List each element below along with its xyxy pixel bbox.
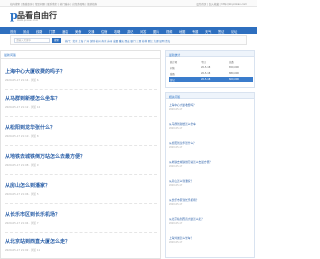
search-bar: 请输入关键字 搜索 热门：北京 上海 广州 深圳 杭州 南京 苏州 成都 重庆 … — [10, 35, 247, 45]
question-title[interactable]: 从北京站到西直大厦怎么走？ — [5, 238, 70, 245]
stats-row: 线路 20-5-18 880,000 — [170, 72, 239, 76]
search-input[interactable]: 请输入关键字 — [14, 38, 50, 43]
nav-item[interactable]: 专题 — [192, 29, 198, 34]
nav-item[interactable]: 交通 — [88, 29, 94, 34]
question-meta: 2020-05-17 21:12 · 浏览 12 — [5, 106, 41, 109]
stats-panel: 最新统计 统计项 今日 总数 问答 20-5-18 650,000 线路 20-… — [165, 50, 255, 88]
question-item[interactable]: 从房山怎么到潘家？ 2020-05-17 21:06 · 浏览 5 — [5, 182, 157, 204]
question-item[interactable]: 从马群到新楼怎么坐车？ 2020-05-17 21:12 · 浏览 12 — [5, 95, 157, 117]
question-item[interactable]: 从松阳到龙华张什么？ 2020-05-17 21:10 · 浏览 8 — [5, 124, 157, 146]
question-meta: 2020-05-17 21:08 · 浏览 9 — [5, 164, 39, 167]
stats-row-highlight: 游记 20-5-18 600,000 — [169, 77, 253, 82]
panel-title: 最新统计 — [169, 52, 181, 57]
nav-item[interactable]: 视频 — [166, 29, 172, 34]
related-link[interactable]: 上海中心大厦收费吗？ — [169, 103, 253, 107]
nav-item[interactable]: 游记 — [127, 29, 133, 34]
related-link[interactable]: 上海外滩怎么坐车？ — [169, 236, 253, 240]
related-date: 2020-05-17 — [169, 184, 183, 187]
question-meta: 2020-05-17 21:14 · 浏览 6 — [5, 79, 39, 82]
panel-header: 最新统计 — [166, 51, 254, 57]
nav-item[interactable]: 攻略 — [114, 29, 120, 34]
related-link[interactable]: 从松阳到龙华张什么？ — [169, 141, 253, 145]
related-date: 2020-05-17 — [169, 241, 183, 244]
question-item[interactable]: 从长乐市区到长乐机场？ 2020-05-17 21:04 · 浏览 7 — [5, 211, 157, 233]
question-title[interactable]: 从房山怎么到潘家？ — [5, 182, 50, 189]
related-link[interactable]: 从马群到新楼怎么坐车 — [169, 122, 253, 126]
related-link[interactable]: 从房山怎么到潘家？ — [169, 179, 253, 183]
stats-row: 统计项 今日 总数 — [170, 61, 234, 64]
question-meta: 2020-05-17 21:06 · 浏览 5 — [5, 193, 39, 196]
question-title[interactable]: 上海中心大厦收费的吗子？ — [5, 68, 65, 75]
nav-item[interactable]: 论坛 — [231, 29, 237, 34]
related-date: 2020-05-17 — [169, 203, 183, 206]
question-meta: 2020-05-17 21:04 · 浏览 7 — [5, 222, 39, 225]
related-date: 2020-05-17 — [169, 222, 183, 225]
top-links-left[interactable]: 站内搜索 | 路线查询 | 常见问题 | 联系我们 | 热门城市 | 自驾游攻略… — [10, 2, 97, 6]
nav-item[interactable]: 图片 — [153, 29, 159, 34]
nav-item[interactable]: 天气 — [205, 29, 211, 34]
sidebar: 最新统计 统计项 今日 总数 问答 20-5-18 650,000 线路 20-… — [165, 50, 257, 259]
divider — [1, 58, 160, 59]
question-title[interactable]: 从松阳到龙华张什么？ — [5, 124, 55, 131]
nav-item[interactable]: 首页 — [10, 29, 16, 34]
panel-header: 相关问答 — [166, 93, 254, 99]
related-date: 2020-05-17 — [169, 146, 183, 149]
question-item[interactable]: 上海中心大厦收费的吗子？ 2020-05-17 21:14 · 浏览 6 — [5, 68, 157, 90]
related-date: 2020-05-17 — [169, 108, 183, 111]
related-date: 2020-05-17 — [169, 127, 183, 130]
top-bar: 站内搜索 | 路线查询 | 常见问题 | 联系我们 | 热门城市 | 自驾游攻略… — [0, 0, 257, 7]
related-panel: 相关问答 上海中心大厦收费吗？ 2020-05-17 从马群到新楼怎么坐车 20… — [165, 92, 255, 258]
stats-row: 问答 20-5-18 650,000 — [170, 66, 239, 70]
question-item[interactable]: 从地铁去城铁倒万站怎么去最方便？ 2020-05-17 21:08 · 浏览 9 — [5, 153, 157, 175]
nav-item[interactable]: 问答 — [140, 29, 146, 34]
nav-item[interactable]: 门票 — [49, 29, 55, 34]
question-meta: 2020-05-17 21:10 · 浏览 8 — [5, 135, 39, 138]
nav-item[interactable]: 酒店 — [62, 29, 68, 34]
nav-item[interactable]: 签证 — [218, 29, 224, 34]
related-link[interactable]: 从地铁去城铁倒万站怎么去最方便？ — [169, 160, 253, 164]
nav-item[interactable]: 地图 — [179, 29, 185, 34]
nav-item[interactable]: 住宿 — [101, 29, 107, 34]
related-link[interactable]: 从北京站到西直大厦怎么走？ — [169, 217, 253, 221]
question-title[interactable]: 从地铁去城铁倒万站怎么去最方便？ — [5, 153, 85, 160]
question-title[interactable]: 从马群到新楼怎么坐车？ — [5, 95, 60, 102]
nav-item[interactable]: 美食 — [75, 29, 81, 34]
related-link[interactable]: 从长乐市区到长乐机场？ — [169, 198, 253, 202]
hot-links[interactable]: 热门：北京 上海 广州 深圳 杭州 南京 苏州 成都 重庆 西安 厦门 三亚 桂… — [65, 39, 245, 43]
nav-item[interactable]: 线路 — [36, 29, 42, 34]
search-button[interactable]: 搜索 — [52, 38, 61, 43]
panel-title: 相关问答 — [169, 94, 181, 99]
main-nav: 首页 景点 线路 门票 酒店 美食 交通 住宿 攻略 游记 问答 图片 视频 地… — [0, 27, 257, 34]
logo-url: www.pinkan.com — [17, 19, 39, 22]
question-title[interactable]: 从长乐市区到长乐机场？ — [5, 211, 60, 218]
question-meta: 2020-05-17 21:02 · 浏览 11 — [5, 249, 41, 252]
nav-item[interactable]: 景点 — [23, 29, 29, 34]
main-list: 最新问答 上海中心大厦收费的吗子？ 2020-05-17 21:14 · 浏览 … — [0, 50, 161, 259]
related-date: 2020-05-17 — [169, 165, 183, 168]
section-title: 最新问答 — [4, 53, 17, 57]
top-links-right[interactable]: 设为首页 | 加入收藏 | http://zk.pinkan.com — [196, 2, 247, 6]
question-item[interactable]: 从北京站到西直大厦怎么走？ 2020-05-17 21:02 · 浏览 11 — [5, 238, 157, 259]
site-logo[interactable]: p 品看自由行 www.pinkan.com — [10, 10, 57, 22]
